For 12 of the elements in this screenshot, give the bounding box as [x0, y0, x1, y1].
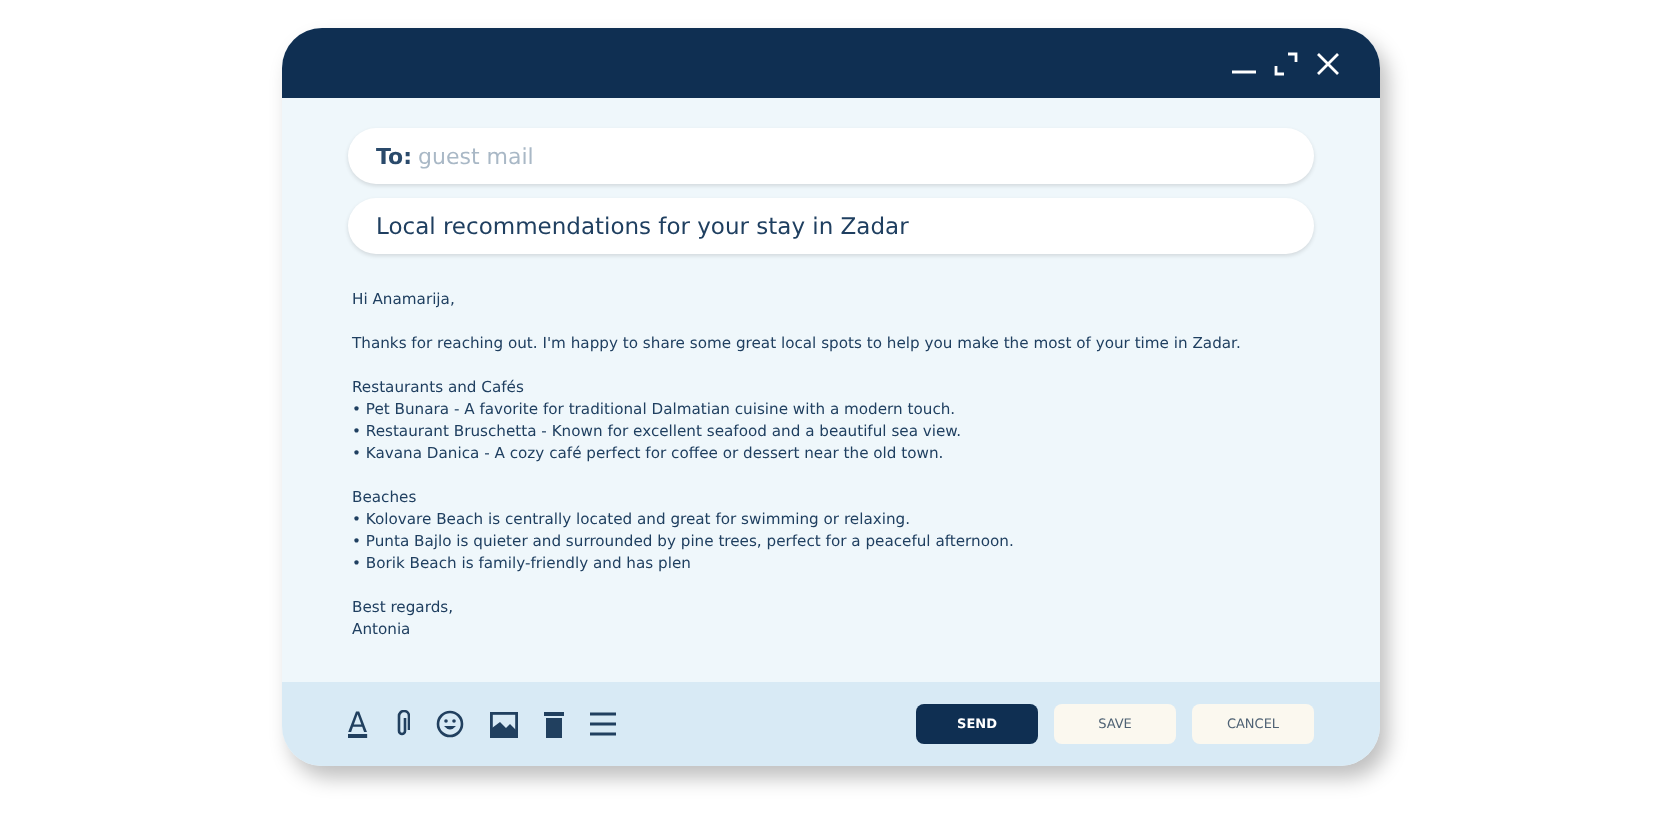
recipient-field[interactable]: To: guest mail: [348, 128, 1314, 184]
menu-icon[interactable]: [589, 712, 616, 736]
paperclip-icon[interactable]: [393, 710, 410, 738]
subject-field[interactable]: Local recommendations for your stay in Zadar: [348, 198, 1314, 254]
recipient-input[interactable]: guest mail: [418, 143, 1286, 169]
image-icon[interactable]: [489, 711, 518, 737]
maximize-icon[interactable]: [1274, 51, 1298, 75]
text-format-icon[interactable]: A: [348, 710, 368, 738]
close-icon[interactable]: [1316, 51, 1340, 75]
smiley-icon[interactable]: [435, 710, 464, 738]
recipient-label: To:: [376, 143, 412, 169]
trash-icon[interactable]: [543, 710, 564, 738]
